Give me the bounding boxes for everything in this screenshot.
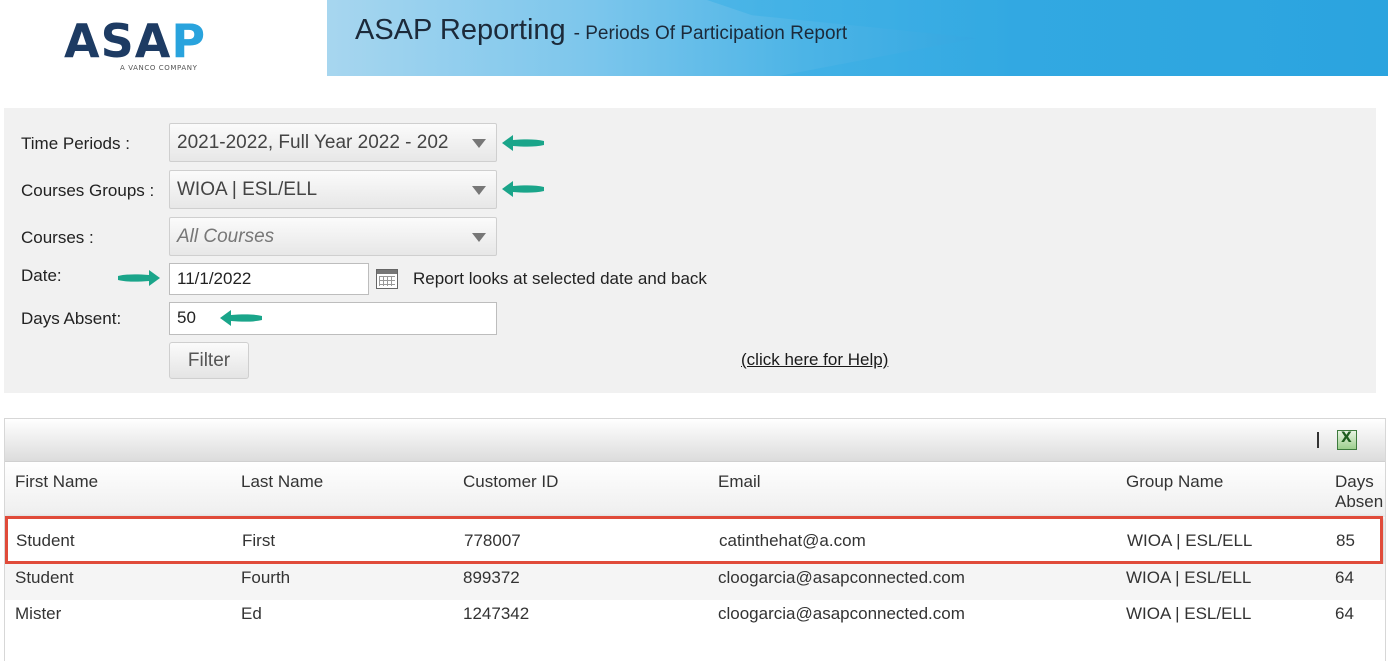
cell-customer-id: 1247342: [463, 604, 530, 623]
cell-first-name: Student: [16, 531, 75, 550]
column-header-days-absent[interactable]: Days Absen: [1335, 472, 1383, 512]
chevron-down-icon: [472, 233, 486, 242]
asap-logo: ASAP A VANCO COMPANY: [64, 16, 224, 76]
date-note: Report looks at selected date and back: [413, 269, 707, 288]
course-groups-dropdown[interactable]: WIOA | ESL/ELL: [169, 170, 497, 209]
cell-first-name: Mister: [15, 604, 62, 623]
table-row[interactable]: Student Fourth 899372 cloogarcia@asapcon…: [5, 564, 1385, 600]
cell-group-name: WIOA | ESL/ELL: [1126, 604, 1252, 623]
cell-days-absent: 85: [1336, 531, 1355, 550]
help-link[interactable]: (click here for Help): [741, 350, 888, 370]
column-header-group-name[interactable]: Group Name: [1126, 472, 1223, 492]
results-grid: X First Name Last Name Customer ID Email…: [4, 418, 1386, 661]
page-subtitle: - Periods Of Participation Report: [573, 23, 848, 44]
cell-group-name: WIOA | ESL/ELL: [1126, 568, 1252, 587]
cell-email: cloogarcia@asapconnected.com: [718, 568, 965, 587]
cell-email: catinthehat@a.com: [719, 531, 866, 550]
toolbar-separator: [1317, 432, 1319, 448]
date-input[interactable]: 11/1/2022: [169, 263, 369, 295]
time-periods-dropdown[interactable]: 2021-2022, Full Year 2022 - 202: [169, 123, 497, 162]
chevron-down-icon: [472, 139, 486, 148]
column-header-customer-id[interactable]: Customer ID: [463, 472, 558, 492]
header-banner: ASAP Reporting - Periods Of Participation…: [327, 0, 1388, 76]
cell-last-name: Fourth: [241, 568, 291, 587]
cell-first-name: Student: [15, 568, 74, 587]
cell-days-absent: 64: [1335, 568, 1354, 587]
annotation-arrow-right-icon: [118, 270, 160, 286]
grid-header: First Name Last Name Customer ID Email G…: [5, 462, 1385, 517]
filter-panel: Time Periods : 2021-2022, Full Year 2022…: [4, 108, 1376, 393]
calendar-icon[interactable]: [376, 269, 398, 289]
grid-toolbar: X: [5, 419, 1385, 462]
days-absent-label: Days Absent:: [21, 309, 122, 328]
cell-email: cloogarcia@asapconnected.com: [718, 604, 965, 623]
highlighted-row[interactable]: Student First 778007 catinthehat@a.com W…: [5, 516, 1383, 564]
date-label: Date:: [21, 266, 62, 285]
annotation-arrow-left-icon: [502, 181, 544, 197]
column-header-last-name[interactable]: Last Name: [241, 472, 323, 492]
annotation-arrow-left-icon: [502, 135, 544, 151]
annotation-arrow-left-icon: [220, 310, 262, 326]
logo-tagline: A VANCO COMPANY: [120, 64, 198, 72]
page-title: ASAP Reporting - Periods Of Participation…: [355, 14, 848, 46]
courses-dropdown[interactable]: All Courses: [169, 217, 497, 256]
courses-label: Courses :: [21, 228, 94, 247]
export-excel-icon[interactable]: X: [1337, 430, 1357, 450]
filter-button[interactable]: Filter: [169, 342, 249, 379]
column-header-first-name[interactable]: First Name: [15, 472, 98, 492]
time-periods-label: Time Periods :: [21, 134, 130, 153]
cell-customer-id: 899372: [463, 568, 520, 587]
logo-wordmark: ASAP: [64, 14, 207, 68]
cell-group-name: WIOA | ESL/ELL: [1127, 531, 1253, 550]
column-header-email[interactable]: Email: [718, 472, 761, 492]
cell-last-name: Ed: [241, 604, 262, 623]
table-row[interactable]: Mister Ed 1247342 cloogarcia@asapconnect…: [5, 596, 1385, 632]
cell-last-name: First: [242, 531, 276, 550]
chevron-down-icon: [472, 186, 486, 195]
course-groups-label: Courses Groups :: [21, 181, 155, 200]
cell-customer-id: 778007: [464, 531, 521, 550]
cell-days-absent: 64: [1335, 604, 1354, 623]
